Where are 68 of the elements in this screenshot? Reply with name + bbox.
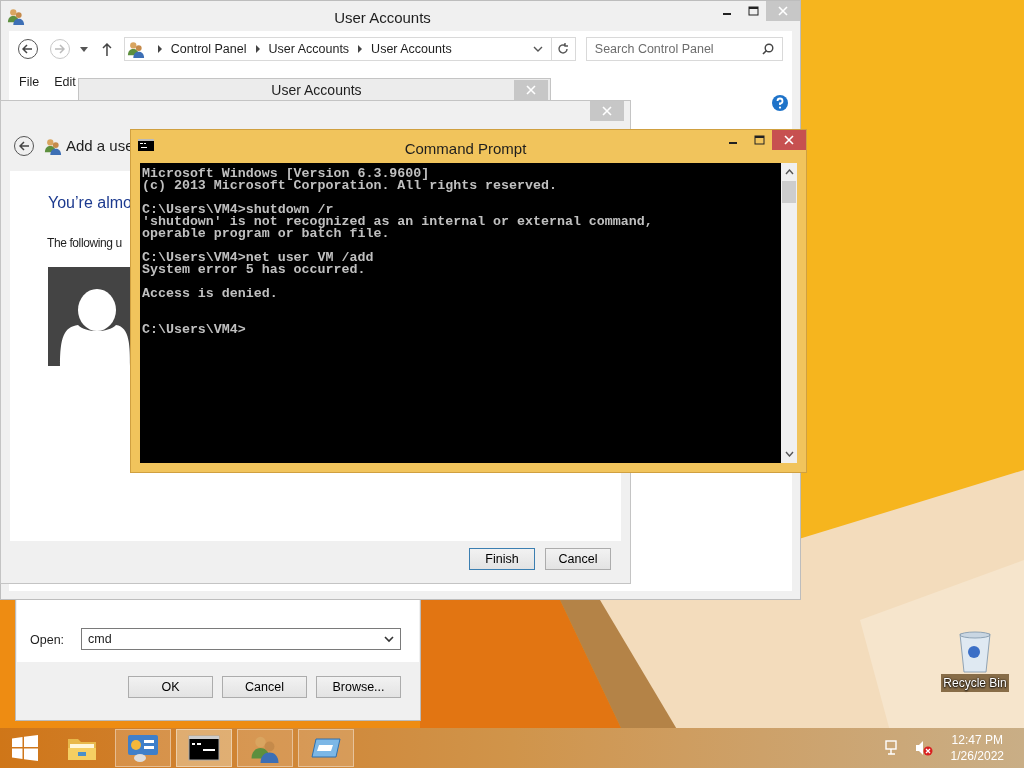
console-icon [138,139,154,151]
scroll-thumb[interactable] [782,181,796,203]
refresh-icon[interactable] [557,43,570,55]
scrollbar[interactable] [781,163,797,463]
help-icon[interactable] [772,94,788,111]
maximize-icon [753,135,765,145]
console-line: System error 5 has occurred. [142,264,367,276]
taskbar-button[interactable] [176,729,232,767]
close-icon [526,85,536,95]
up-arrow-icon[interactable] [101,42,112,56]
open-combo-box[interactable]: cmd [81,628,402,650]
close-icon [602,106,612,116]
wizard-heading: You’re almo [48,193,132,213]
console-icon [188,735,220,761]
menu-item[interactable]: Edit [54,73,76,92]
window-title: User Accounts [333,8,432,28]
back-arrow-icon [18,141,30,151]
console-line: 'shutdown' is not recognized as an internal or external command, [142,216,654,228]
maximize-icon [747,6,759,16]
wizard-text: The following u [47,235,122,252]
breadcrumb-arrow-icon [156,45,163,53]
address-bar[interactable]: Control Panel User Accounts User Accounts [123,37,576,61]
console-line: (c) 2013 Microsoft Corporation. All rights reserved. [142,180,558,192]
forward-arrow-icon [54,44,66,54]
console-title: Command Prompt [403,139,528,159]
breadcrumb-item[interactable]: Control Panel [170,39,247,59]
dialog-button[interactable]: Cancel [222,676,307,698]
users-icon [126,40,145,58]
dialog-button[interactable]: Browse... [316,676,401,698]
console-line: Microsoft Windows [Version 6.3.9600] [142,168,430,180]
close-button[interactable] [772,130,806,150]
scroll-up-icon[interactable] [784,169,794,175]
caret-icon[interactable] [79,46,88,52]
recycle-bin-icon [957,630,993,674]
users-icon [7,7,25,25]
console-line: operable program or batch file. [142,228,391,240]
console-line: C:\Users\VM4>net user VM /add [142,252,375,264]
search-field[interactable]: Search Control Panel [585,37,783,61]
dialog-button[interactable]: OK [128,676,213,698]
console-line: Access is denied. [142,288,279,300]
open-value: cmd [88,630,113,648]
search-icon [762,43,774,55]
wizard-button[interactable]: Finish [469,548,535,570]
breadcrumb-item[interactable]: User Accounts [268,39,350,59]
chevron-down-icon [384,635,395,643]
dialog-title: User Accounts [270,82,363,98]
menu-item[interactable]: File [19,73,40,92]
close-icon [784,135,794,145]
back-arrow-icon [22,44,34,54]
minimize-icon [729,142,737,144]
users-icon [44,137,62,155]
desktop-icon-label[interactable]: Recycle Bin [941,674,1009,692]
muted-speaker-icon[interactable] [914,740,933,756]
scroll-down-icon[interactable] [784,451,794,457]
wizard-button[interactable]: Cancel [545,548,611,570]
close-icon [778,6,788,16]
breadcrumb-arrow-icon [357,45,364,53]
console-line: C:\Users\VM4>shutdown /r [142,204,334,216]
minimize-icon [723,13,731,15]
search-placeholder: Search Control Panel [594,40,715,58]
windows-logo-icon [12,735,38,761]
chevron-down-icon[interactable] [532,45,543,53]
console-line: C:\Users\VM4> [142,324,247,336]
open-label: Open: [30,632,65,650]
breadcrumb-arrow-icon [254,45,261,53]
run-icon [310,735,342,761]
control-panel-icon [126,733,160,763]
breadcrumb-item[interactable]: User Accounts [371,39,452,59]
